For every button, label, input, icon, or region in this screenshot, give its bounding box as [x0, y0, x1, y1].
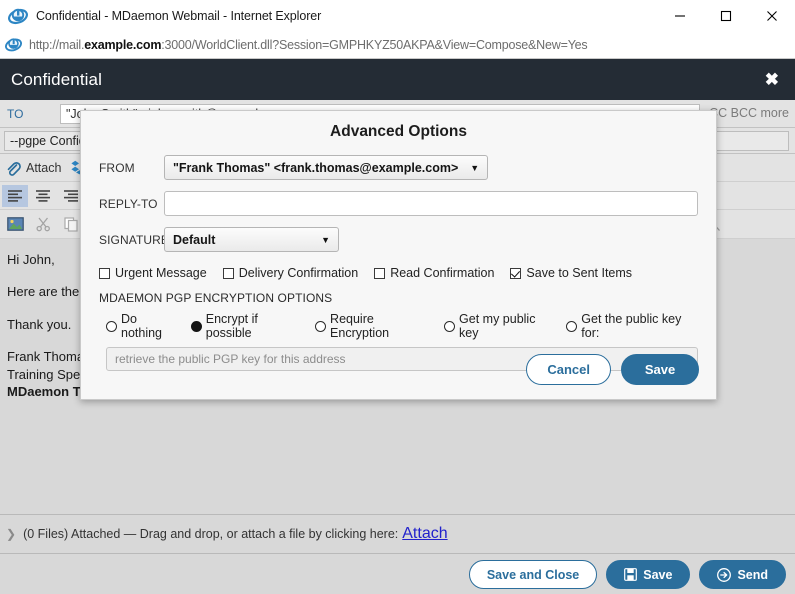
send-button[interactable]: Send	[699, 560, 786, 589]
from-value: "Frank Thomas" <frank.thomas@example.com…	[173, 160, 459, 175]
attachment-bar: ❯ (0 Files) Attached — Drag and drop, or…	[0, 514, 795, 554]
align-center-icon[interactable]	[30, 185, 56, 207]
window-titlebar: Confidential - MDaemon Webmail - Interne…	[0, 0, 795, 31]
paperclip-icon	[5, 160, 21, 176]
address-bar-url[interactable]: http://mail.example.com:3000/WorldClient…	[29, 37, 588, 52]
window-controls	[657, 0, 795, 31]
address-bar-site-icon	[5, 36, 22, 53]
save-button[interactable]: Save	[606, 560, 691, 589]
address-bar[interactable]: http://mail.example.com:3000/WorldClient…	[0, 31, 795, 59]
radio-circle	[444, 320, 456, 332]
advanced-options-dialog: Advanced Options FROM "Frank Thomas" <fr…	[80, 110, 717, 400]
pgp-section-heading: MDAEMON PGP ENCRYPTION OPTIONS	[99, 291, 333, 305]
checkbox-box	[510, 267, 522, 279]
radio-encrypt-if-possible[interactable]: Encrypt if possible	[190, 312, 303, 340]
reply-to-label: REPLY-TO	[99, 196, 158, 211]
image-icon[interactable]	[2, 213, 28, 235]
chevron-right-icon[interactable]: ❯	[6, 527, 16, 541]
chevron-down-icon: ▼	[470, 162, 480, 173]
browser-window: Confidential - MDaemon Webmail - Interne…	[0, 0, 795, 594]
scissors-icon[interactable]	[30, 213, 56, 235]
dialog-save-button[interactable]: Save	[621, 354, 699, 385]
radio-get-my-public-key[interactable]: Get my public key	[444, 312, 554, 340]
signature-value: Default	[173, 232, 216, 247]
checkbox-label: Delivery Confirmation	[238, 266, 359, 280]
signature-select[interactable]: Default ▼	[164, 227, 339, 252]
save-and-close-button[interactable]: Save and Close	[468, 560, 598, 589]
radio-circle	[566, 320, 578, 332]
checkbox-urgent-message[interactable]: Urgent Message	[99, 266, 207, 280]
checkbox-box	[374, 267, 386, 279]
dialog-cancel-button[interactable]: Cancel	[526, 354, 611, 385]
compose-close-icon[interactable]: ✖	[765, 71, 779, 88]
checkbox-box	[222, 267, 234, 279]
checkbox-delivery-confirmation[interactable]: Delivery Confirmation	[222, 266, 359, 280]
url-suffix: :3000/WorldClient.dll?Session=GMPHKYZ50A…	[161, 37, 588, 52]
reply-to-row: REPLY-TO	[81, 191, 716, 216]
dialog-title: Advanced Options	[330, 123, 467, 140]
checkbox-label: Urgent Message	[115, 266, 207, 280]
radio-require-encryption[interactable]: Require Encryption	[315, 312, 432, 340]
attach-link[interactable]: Attach	[402, 525, 447, 543]
radio-label: Require Encryption	[330, 312, 390, 340]
window-title: Confidential - MDaemon Webmail - Interne…	[36, 8, 322, 23]
internet-explorer-icon	[8, 6, 28, 26]
message-options-checkboxes: Urgent Message Delivery Confirmation Rea…	[81, 266, 716, 280]
from-row: FROM "Frank Thomas" <frank.thomas@exampl…	[81, 155, 716, 180]
send-button-label: Send	[737, 567, 768, 582]
send-arrow-icon	[717, 567, 732, 582]
cc-bcc-more-links[interactable]: CC BCC more	[709, 106, 789, 120]
to-label: TO	[7, 106, 24, 121]
checkbox-read-confirmation[interactable]: Read Confirmation	[374, 266, 494, 280]
maximize-icon[interactable]	[703, 0, 749, 31]
compose-action-bar: Save and Close Save Send	[0, 555, 795, 594]
checkbox-box	[99, 267, 110, 279]
compose-header-title: Confidential	[11, 69, 102, 89]
radio-label: Do nothing	[121, 312, 163, 340]
url-prefix: http://mail.	[29, 37, 85, 52]
chevron-down-icon: ▼	[321, 234, 330, 245]
checkbox-save-to-sent-items[interactable]: Save to Sent Items	[510, 266, 632, 280]
from-select[interactable]: "Frank Thomas" <frank.thomas@example.com…	[164, 155, 489, 180]
compose-header: Confidential ✖	[0, 59, 795, 100]
floppy-disk-icon	[624, 568, 638, 581]
radio-do-nothing[interactable]: Do nothing	[106, 312, 179, 340]
radio-get-the-public-key-for[interactable]: Get the public key for:	[566, 312, 698, 340]
radio-circle	[315, 320, 327, 332]
minimize-icon[interactable]	[657, 0, 703, 31]
url-domain: example.com	[84, 37, 162, 52]
signature-label: SIGNATURE	[99, 232, 170, 247]
attach-label: Attach	[26, 160, 62, 175]
from-label: FROM	[99, 160, 135, 175]
radio-circle	[190, 320, 202, 332]
checkbox-label: Read Confirmation	[390, 266, 495, 280]
radio-label: Get my public key	[459, 312, 536, 340]
close-icon[interactable]	[749, 0, 795, 31]
attach-button[interactable]: Attach	[0, 156, 66, 180]
checkbox-label: Save to Sent Items	[526, 266, 633, 280]
attachment-status-text: (0 Files) Attached — Drag and drop, or a…	[23, 527, 399, 541]
radio-circle	[106, 320, 117, 332]
radio-label: Get the public key for:	[581, 312, 682, 340]
pgp-radio-group: Do nothing Encrypt if possible Require E…	[81, 312, 716, 340]
save-button-label: Save	[643, 567, 673, 582]
signature-row: SIGNATURE Default ▼	[81, 227, 716, 252]
align-left-icon[interactable]	[2, 184, 28, 207]
radio-label: Encrypt if possible	[205, 312, 258, 340]
dialog-footer: Cancel Save	[516, 354, 699, 385]
reply-to-input[interactable]	[164, 191, 698, 216]
